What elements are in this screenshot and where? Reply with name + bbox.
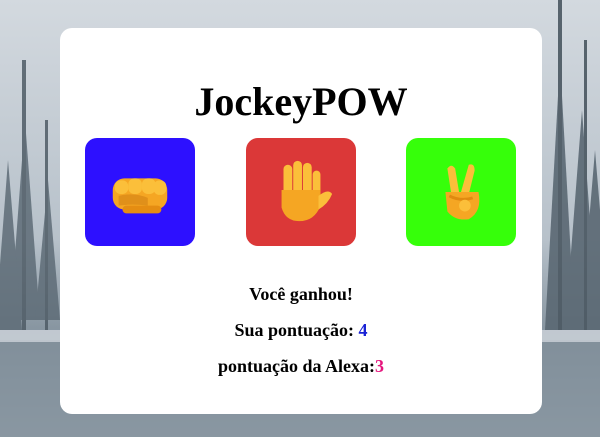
user-score: Sua pontuação: 4 [60, 320, 542, 341]
result-text: Você ganhou! [249, 284, 353, 304]
paper-button[interactable] [246, 138, 356, 246]
scissors-button[interactable] [406, 138, 516, 246]
page-title: JockeyPOW [194, 79, 408, 124]
user-score-value: 4 [358, 320, 368, 340]
raised-hand-icon [281, 160, 333, 222]
alexa-score-label: pontuação da Alexa: [217, 356, 376, 376]
fist-icon [112, 178, 168, 214]
alexa-score: pontuação da Alexa:3 [60, 356, 542, 377]
game-card: JockeyPOW Você ganhou! Sua pontuação: 4 … [60, 28, 542, 414]
rock-button[interactable] [85, 138, 195, 246]
alexa-score-value: 3 [375, 356, 385, 376]
victory-hand-icon [445, 164, 480, 220]
user-score-label: Sua pontuação: [234, 320, 359, 340]
